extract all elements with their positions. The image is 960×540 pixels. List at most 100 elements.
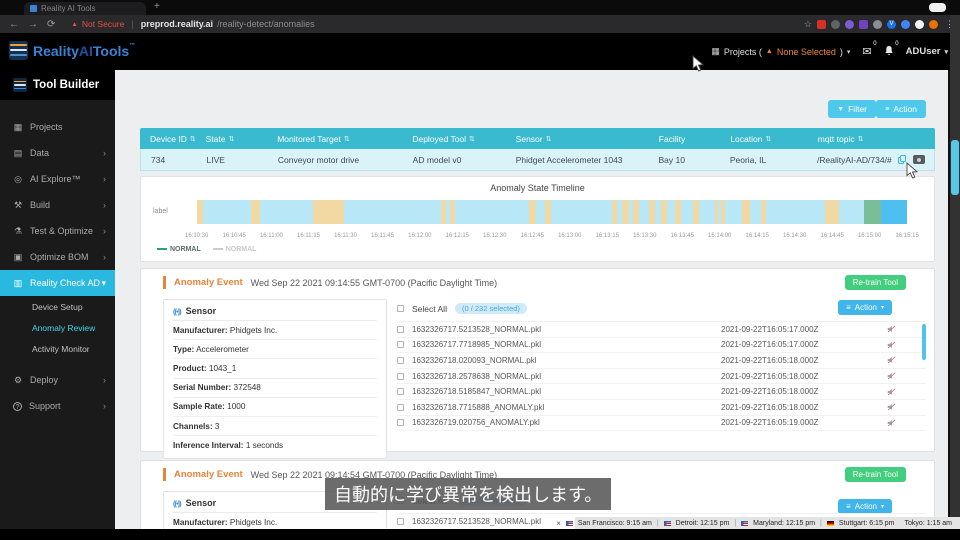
projects-icon: ▦ [13, 121, 23, 132]
extension-icon[interactable] [915, 19, 924, 29]
mute-audio-icon[interactable] [887, 388, 896, 396]
sidebar-item-support[interactable]: ? Support › [0, 393, 115, 419]
extension-icon[interactable] [845, 19, 854, 29]
notifications-button[interactable]: 0 [884, 41, 899, 59]
back-icon[interactable]: ← [9, 19, 19, 30]
url-host: preprod.reality.ai [140, 19, 214, 29]
column-mqtt-topic[interactable]: mqtt topic ⇅ [808, 134, 935, 144]
extension-icon[interactable] [901, 19, 910, 29]
projects-caret-icon: ▾ [846, 48, 851, 56]
bookmark-star-icon[interactable]: ☆ [804, 19, 812, 30]
file-checkbox[interactable] [397, 419, 404, 427]
header-right: ▦ Projects ( ▲ None Selected ) ▾ ✉ 0 0 A… [711, 33, 948, 70]
sidebar-item-device-setup[interactable]: Device Setup [0, 296, 115, 317]
sidebar-item-ai-explore[interactable]: ◎ AI Explore™ › [0, 166, 115, 192]
file-row[interactable]: 1632326718.2578638_NORMAL.pkl 2021-09-22T… [397, 369, 926, 385]
copy-icon[interactable] [897, 155, 906, 164]
mail-count: 0 [873, 41, 877, 47]
sensor-field: Type: Accelerometer [173, 340, 377, 360]
browser-tabstrip: Reality AI Tools + [0, 0, 960, 15]
extension-icon[interactable] [873, 19, 882, 29]
page-scrollbar-thumb[interactable] [951, 140, 959, 195]
reload-icon[interactable]: ⟳ [47, 19, 55, 30]
file-row[interactable]: 1632326717.5213528_NORMAL.pkl2021-09-22T… [397, 322, 926, 338]
sidebar-item-reality-check-ad[interactable]: ▥ Reality Check AD ▾ [0, 270, 115, 296]
sidebar-item-data[interactable]: ▤ Data › [0, 140, 115, 166]
browser-toolbar-right: ☆ V ⋮ [804, 15, 954, 33]
messages-button[interactable]: ✉ 0 [862, 41, 876, 58]
mute-audio-icon[interactable] [887, 372, 896, 380]
column-monitored-target[interactable]: Monitored Target ⇅ [267, 134, 402, 144]
file-row[interactable]: 1632326719.020756_ANOMALY.pkl 2021-09-22T… [397, 416, 926, 432]
sidebar-item-activity-monitor[interactable]: Activity Monitor [0, 338, 115, 359]
file-row[interactable]: 1632326718.7715888_ANOMALY.pkl 2021-09-22… [397, 400, 926, 416]
filter-button[interactable]: ▼ Filter [828, 100, 876, 118]
file-checkbox[interactable] [397, 325, 404, 333]
column-state[interactable]: State ⇅ [196, 134, 268, 144]
extension-icon[interactable] [817, 19, 826, 29]
taskbar: × San Francisco: 9:15 am | Detroit: 12:1… [556, 517, 960, 529]
video-overlay-control[interactable] [929, 3, 946, 12]
sidebar-item-projects[interactable]: ▦ Projects [0, 114, 115, 140]
sensor-field: Channels: 3 [173, 417, 377, 437]
mute-audio-icon[interactable] [887, 403, 896, 411]
action-button[interactable]: ≡ Action [876, 100, 926, 118]
column-location[interactable]: Location ⇅ [720, 134, 807, 144]
extension-avatar-icon[interactable] [929, 19, 938, 29]
tool-builder-logo-icon [13, 78, 27, 92]
sensor-field: Manufacturer: Phidgets Inc. [173, 321, 377, 341]
page-scrollbar[interactable] [950, 15, 960, 540]
sidebar-item-build[interactable]: ⚒ Build › [0, 192, 115, 218]
sidebar-item-anomaly-review[interactable]: Anomaly Review [0, 317, 115, 338]
column-facility[interactable]: Facility [649, 134, 721, 144]
select-all-checkbox[interactable] [397, 305, 404, 312]
device-row[interactable]: 734 LIVE Conveyor motor drive AD model v… [140, 149, 935, 171]
file-checkbox[interactable] [397, 372, 404, 380]
forward-icon[interactable]: → [28, 19, 38, 30]
extension-icon[interactable] [831, 19, 840, 29]
column-sensor[interactable]: Sensor ⇅ [506, 134, 649, 144]
timeline-bar[interactable] [197, 200, 907, 224]
anomaly-event-card: Anomaly Event Wed Sep 22 2021 09:14:55 G… [140, 268, 935, 460]
file-list-scrollbar[interactable] [922, 324, 926, 360]
mute-audio-icon[interactable] [887, 356, 896, 364]
sensor-heading: ((•)) Sensor [173, 302, 377, 321]
retrain-tool-button[interactable]: Re-train Tool [844, 467, 906, 482]
mute-audio-icon[interactable] [887, 325, 896, 333]
file-row[interactable]: 1632326718.5185847_NORMAL.pkl 2021-09-22T… [397, 384, 926, 400]
file-checkbox[interactable] [397, 341, 404, 349]
mute-audio-icon[interactable] [887, 419, 896, 427]
new-tab-button[interactable]: + [154, 1, 160, 12]
retrain-tool-button[interactable]: Re-train Tool [844, 275, 906, 290]
us-flag-icon [565, 520, 573, 526]
extension-icon[interactable]: V [887, 19, 896, 29]
file-checkbox[interactable] [397, 356, 404, 364]
column-device-id[interactable]: Device ID ⇅ [140, 134, 196, 144]
mute-audio-icon[interactable] [887, 341, 896, 349]
column-deployed-tool[interactable]: Deployed Tool ⇅ [402, 134, 505, 144]
timeline-ylabel: label [153, 208, 168, 215]
legend-item-normal-muted[interactable]: NORMAL [212, 246, 256, 253]
files-action-button[interactable]: ≡ Action ▾ [838, 300, 892, 315]
url-box[interactable]: ▲ Not Secure | preprod.reality.ai /reali… [71, 19, 314, 29]
legend-item-normal[interactable]: NORMAL [157, 246, 201, 253]
file-row[interactable]: 1632326718.020093_NORMAL.pkl 2021-09-22T1… [397, 353, 926, 369]
sidebar-item-test-optimize[interactable]: ⚗ Test & Optimize › [0, 218, 115, 244]
file-checkbox[interactable] [397, 517, 404, 525]
browser-tab[interactable]: Reality AI Tools [24, 2, 146, 15]
event-timestamp: Wed Sep 22 2021 09:14:55 GMT-0700 (Pacif… [250, 277, 498, 288]
sidebar-item-optimize-bom[interactable]: ▣ Optimize BOM › [0, 244, 115, 270]
files-action-button[interactable]: ≡ Action ▾ [838, 499, 892, 514]
explore-icon: ◎ [14, 173, 22, 184]
extension-icon[interactable] [859, 19, 868, 29]
file-checkbox[interactable] [397, 403, 404, 411]
file-checkbox[interactable] [397, 388, 404, 396]
user-menu[interactable]: ADUser ▾ [906, 46, 948, 57]
file-row[interactable]: 1632326717.7718985_NORMAL.pkl 2021-09-22T… [397, 338, 926, 354]
sort-icon: ⇅ [228, 135, 235, 143]
projects-selector[interactable]: ▦ Projects ( ▲ None Selected ) ▾ [711, 46, 850, 57]
close-icon[interactable]: × [556, 519, 561, 528]
caret-down-icon: ▾ [880, 504, 884, 510]
sidebar-item-deploy[interactable]: ⚙ Deploy › [0, 367, 115, 393]
question-icon: ? [13, 401, 22, 411]
